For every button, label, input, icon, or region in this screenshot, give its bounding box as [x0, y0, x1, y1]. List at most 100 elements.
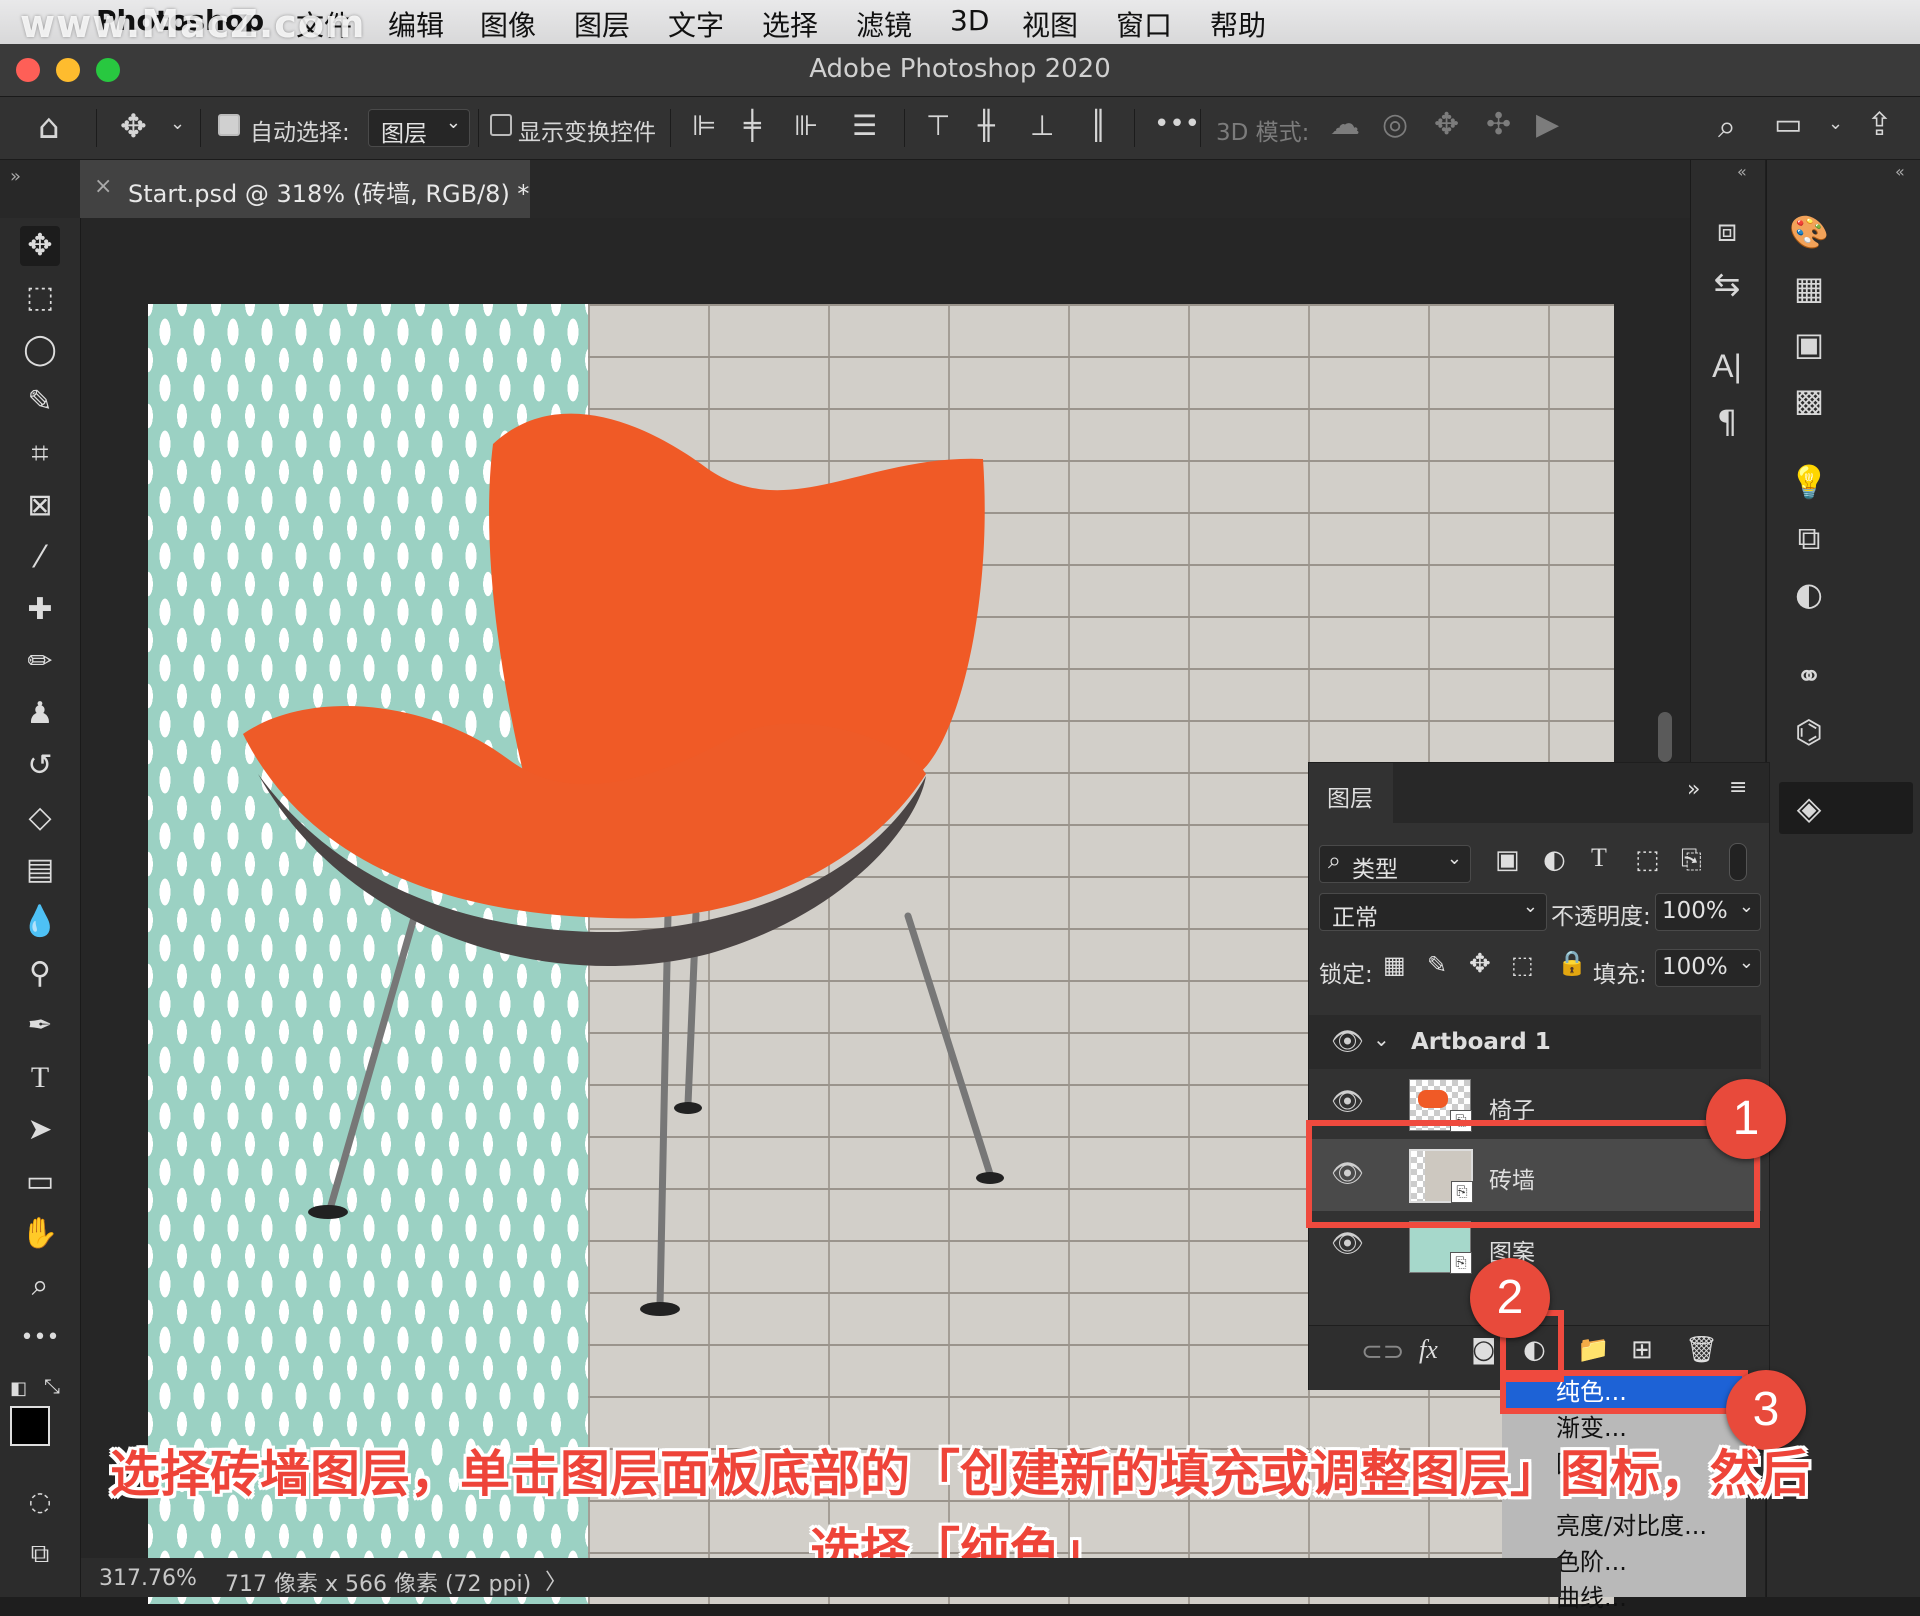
menu-filter[interactable]: 滤镜	[856, 4, 912, 44]
menu-window[interactable]: 窗口	[1116, 4, 1172, 44]
blur-tool-icon[interactable]: 💧	[20, 902, 60, 942]
filter-pixel-icon[interactable]: ▣	[1495, 845, 1520, 875]
3d-pan-icon[interactable]: ✥	[1434, 107, 1459, 142]
menu-edit[interactable]: 编辑	[388, 4, 444, 44]
layer-row-artboard[interactable]: 👁 ⌄ Artboard 1	[1309, 1015, 1761, 1069]
filter-shape-icon[interactable]: ⬚	[1635, 845, 1660, 875]
filter-adjustment-icon[interactable]: ◐	[1543, 845, 1566, 875]
paths-panel-icon[interactable]: ⌬	[1787, 712, 1831, 752]
fill-field[interactable]: 100% ⌄	[1655, 949, 1761, 987]
chevron-down-icon[interactable]: ⌄	[170, 113, 185, 134]
align-horizontal-center-icon[interactable]: ╪	[744, 109, 761, 142]
menu-help[interactable]: 帮助	[1210, 4, 1266, 44]
auto-select-checkbox[interactable]	[218, 113, 240, 139]
blend-mode-dropdown[interactable]: 正常 ⌄	[1319, 893, 1547, 931]
canvas-scrollbar[interactable]	[1658, 712, 1672, 762]
frame-tool-icon[interactable]: ⊠	[20, 486, 60, 526]
eyedropper-tool-icon[interactable]: ⁄	[20, 538, 60, 578]
more-options-button[interactable]: •••	[1154, 109, 1200, 139]
visibility-eye-icon[interactable]: 👁	[1331, 1087, 1364, 1117]
workspace-icon[interactable]: ▭	[1774, 107, 1802, 142]
menu-layer[interactable]: 图层	[574, 4, 630, 44]
panel-menu-icon[interactable]: ≡	[1729, 775, 1747, 800]
filter-type-icon[interactable]: T	[1591, 843, 1607, 873]
new-group-folder-icon[interactable]: 📁	[1577, 1335, 1609, 1365]
fx-button[interactable]: fx	[1419, 1335, 1438, 1365]
3d-roll-icon[interactable]: ◎	[1382, 107, 1408, 142]
filter-type-dropdown[interactable]: ⌕ 类型 ⌄	[1319, 845, 1471, 883]
hand-tool-icon[interactable]: ✋	[20, 1214, 60, 1254]
menu-view[interactable]: 视图	[1022, 4, 1078, 44]
menu-3d[interactable]: 3D	[950, 4, 989, 37]
learn-panel-icon[interactable]: 💡	[1787, 462, 1831, 502]
link-layers-icon[interactable]: ⊂⊃	[1361, 1337, 1405, 1367]
eraser-tool-icon[interactable]: ◇	[20, 798, 60, 838]
collapse-dock-icon[interactable]: «	[1895, 162, 1905, 181]
3d-orbit-icon[interactable]: ☁	[1330, 107, 1360, 142]
filter-toggle[interactable]	[1729, 843, 1747, 881]
collapse-dock-icon[interactable]: «	[1737, 162, 1747, 181]
rectangle-tool-icon[interactable]: ▭	[20, 1162, 60, 1202]
align-right-icon[interactable]: ⊪	[794, 109, 818, 142]
distribute-vertical-icon[interactable]: ║	[1090, 109, 1107, 142]
adjustments-panel-icon[interactable]: ◐	[1787, 574, 1831, 614]
lock-artboard-icon[interactable]: ⬚	[1511, 951, 1534, 979]
share-icon[interactable]: ⇪	[1866, 105, 1893, 143]
move-tool-icon[interactable]: ✥	[20, 226, 60, 266]
libraries-panel-icon[interactable]: ⧉	[1787, 518, 1831, 558]
move-tool-icon[interactable]: ✥	[120, 107, 147, 145]
zoom-tool-icon[interactable]: ⌕	[20, 1266, 60, 1306]
color-panel-icon[interactable]: 🎨	[1787, 212, 1831, 252]
quick-selection-tool-icon[interactable]: ✎	[20, 382, 60, 422]
chevron-down-icon[interactable]: ⌄	[1828, 113, 1843, 134]
close-tab-icon[interactable]: ×	[94, 174, 112, 199]
align-vertical-center-icon[interactable]: ╫	[978, 109, 995, 142]
patterns-panel-icon[interactable]: ▩	[1787, 380, 1831, 420]
edit-toolbar-icon[interactable]: •••	[20, 1318, 60, 1358]
swap-colors-icon[interactable]: ⤡	[44, 1374, 60, 1398]
default-colors-icon[interactable]: ◧	[10, 1378, 27, 1399]
3d-panel-icon[interactable]: ⧈	[1705, 210, 1749, 250]
history-brush-tool-icon[interactable]: ↺	[20, 746, 60, 786]
layers-panel-tab[interactable]: ◈	[1779, 782, 1913, 834]
brush-tool-icon[interactable]: ✏	[20, 642, 60, 682]
visibility-eye-icon[interactable]: 👁	[1331, 1229, 1364, 1259]
pen-tool-icon[interactable]: ✒	[20, 1006, 60, 1046]
clone-stamp-tool-icon[interactable]: ♟	[20, 694, 60, 734]
lock-image-icon[interactable]: ✎	[1427, 951, 1447, 979]
document-tab[interactable]: × Start.psd @ 318% (砖墙, RGB/8) *	[80, 160, 530, 218]
paragraph-panel-icon[interactable]: ¶	[1705, 402, 1749, 442]
visibility-eye-icon[interactable]: 👁	[1331, 1027, 1364, 1057]
swatches-panel-icon[interactable]: ▦	[1787, 268, 1831, 308]
path-selection-tool-icon[interactable]: ➤	[20, 1110, 60, 1150]
lock-position-icon[interactable]: ✥	[1469, 949, 1491, 979]
channels-panel-icon[interactable]: ⚭	[1787, 656, 1831, 696]
crop-tool-icon[interactable]: ⌗	[20, 434, 60, 474]
gradient-tool-icon[interactable]: ▤	[20, 850, 60, 890]
character-panel-icon[interactable]: A|	[1705, 346, 1749, 386]
add-mask-icon[interactable]: ◙	[1471, 1335, 1496, 1365]
collapse-toolbar-icon[interactable]: »	[10, 166, 21, 187]
lasso-tool-icon[interactable]: ◯	[20, 330, 60, 370]
status-expand-icon[interactable]: 〉	[545, 1564, 567, 1596]
gradients-panel-icon[interactable]: ▣	[1787, 324, 1831, 364]
dodge-tool-icon[interactable]: ⚲	[20, 954, 60, 994]
show-transform-checkbox[interactable]	[490, 113, 512, 139]
history-panel-icon[interactable]: ⇆	[1705, 264, 1749, 304]
marquee-tool-icon[interactable]: ⬚	[20, 278, 60, 318]
menu-type[interactable]: 文字	[668, 4, 724, 44]
menu-select[interactable]: 选择	[762, 4, 818, 44]
auto-select-target-dropdown[interactable]: 图层 ⌄	[368, 109, 470, 147]
align-left-icon[interactable]: ⊫	[692, 109, 716, 142]
align-top-icon[interactable]: ⊤	[926, 109, 950, 142]
lock-all-icon[interactable]: 🔒	[1557, 949, 1587, 977]
home-icon[interactable]: ⌂	[38, 107, 60, 147]
zoom-level[interactable]: 317.76%	[99, 1566, 197, 1591]
chevron-down-icon[interactable]: ⌄	[1373, 1027, 1390, 1051]
panel-expand-icon[interactable]: »	[1687, 777, 1700, 802]
opacity-field[interactable]: 100% ⌄	[1655, 893, 1761, 931]
align-bottom-icon[interactable]: ⊥	[1030, 109, 1054, 142]
filter-smart-object-icon[interactable]: ⎘	[1681, 845, 1702, 876]
3d-scale-icon[interactable]: ▶	[1536, 107, 1559, 142]
healing-brush-tool-icon[interactable]: ✚	[20, 590, 60, 630]
